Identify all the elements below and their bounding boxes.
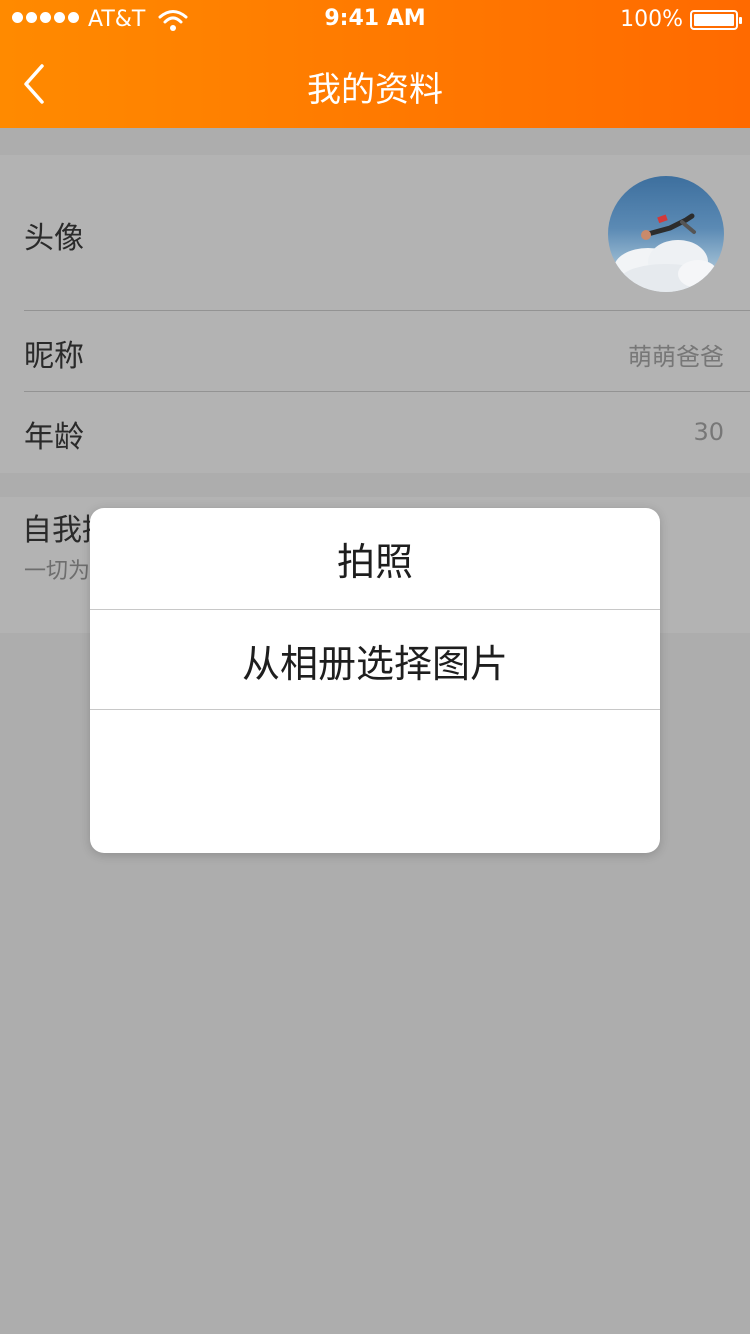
- nickname-value: 萌萌爸爸: [628, 343, 724, 371]
- nickname-label: 昵称: [24, 339, 84, 374]
- age-value: 30: [693, 418, 724, 446]
- header: AT&T 9:41 AM 100% 我的资料: [0, 0, 750, 128]
- nickname-row[interactable]: 昵称 萌萌爸爸: [0, 311, 750, 391]
- avatar[interactable]: [608, 176, 724, 292]
- screen: AT&T 9:41 AM 100% 我的资料 头像 昵称 萌萌爸爸 年龄 30 …: [0, 0, 750, 1334]
- battery-fill: [694, 14, 734, 26]
- battery-icon: [690, 10, 742, 30]
- photo-source-dialog: 拍照 从相册选择图片: [90, 508, 660, 853]
- status-bar: AT&T 9:41 AM 100%: [0, 0, 750, 40]
- avatar-image: [614, 213, 718, 292]
- dialog-divider: [90, 709, 660, 710]
- description-text: 一切为: [24, 559, 91, 584]
- take-photo-option[interactable]: 拍照: [90, 508, 660, 608]
- battery-percentage: 100%: [620, 7, 683, 32]
- avatar-label: 头像: [24, 221, 84, 256]
- age-row[interactable]: 年龄 30: [0, 392, 750, 473]
- age-label: 年龄: [24, 420, 84, 455]
- avatar-row[interactable]: 头像: [0, 155, 750, 311]
- nav-bar: 我的资料: [0, 40, 750, 128]
- page-title: 我的资料: [307, 70, 443, 110]
- profile-card: 头像 昵称 萌萌爸爸 年龄 30: [0, 155, 750, 473]
- choose-from-album-option[interactable]: 从相册选择图片: [90, 610, 660, 710]
